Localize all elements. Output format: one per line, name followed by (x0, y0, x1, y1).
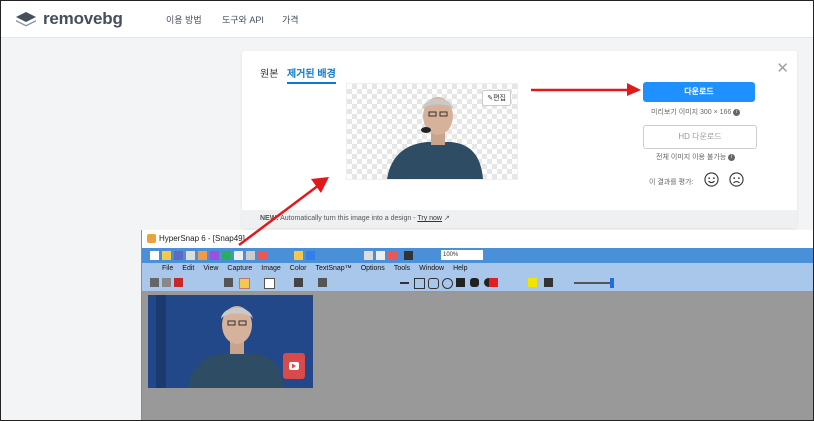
menu-image[interactable]: Image (261, 265, 280, 272)
red-arrow-to-download (531, 83, 641, 96)
rate-label: 이 결과를 평가: (649, 179, 694, 186)
open-folder-icon[interactable] (162, 251, 171, 260)
hd-availability-text: 전체 이미지 이용 불가능 (656, 154, 727, 161)
hypersnap-app-icon (147, 234, 156, 244)
result-preview-image: ✎편집 (346, 83, 518, 180)
frowning-face-icon[interactable] (729, 172, 744, 187)
info-icon[interactable]: i (728, 153, 736, 161)
menu-help[interactable]: Help (453, 265, 467, 272)
menu-options[interactable]: Options (361, 265, 385, 272)
crop-icon[interactable] (376, 251, 385, 260)
filled-rect-tool-icon[interactable] (456, 278, 465, 287)
edit-button[interactable]: ✎편집 (482, 90, 511, 106)
copy-icon[interactable] (234, 251, 243, 260)
help-icon[interactable] (404, 251, 413, 260)
ellipse-tool-icon[interactable] (442, 278, 453, 289)
preview-size-note: 미리보기 이미지 300 × 166 i (651, 107, 741, 117)
opacity-slider[interactable] (574, 282, 612, 284)
rectangle-tool-icon[interactable] (414, 278, 425, 289)
hypersnap-drawing-toolbar (142, 275, 813, 292)
try-now-link[interactable]: Try now (417, 215, 442, 222)
hypersnap-window: HyperSnap 6 - [Snap49] 100% File Edit View… (141, 230, 813, 420)
delete-icon[interactable] (258, 251, 267, 260)
highlighter-icon[interactable] (528, 278, 537, 287)
copy-icon[interactable] (162, 278, 171, 287)
nav-tools-api[interactable]: 도구와 API (222, 13, 264, 26)
zoom-icon[interactable] (224, 278, 233, 287)
line-tool-icon[interactable] (400, 282, 409, 284)
color-red-swatch[interactable] (489, 278, 498, 287)
menu-capture[interactable]: Capture (227, 265, 252, 272)
paste-icon[interactable] (246, 251, 255, 260)
delete-icon[interactable] (174, 278, 183, 287)
menu-edit[interactable]: Edit (182, 265, 194, 272)
rectangle-select-icon[interactable] (264, 278, 275, 289)
select-tool-icon[interactable] (239, 278, 250, 289)
snapshot-person (148, 295, 313, 388)
removebg-logo[interactable]: removebg (15, 9, 123, 29)
pen-tool-icon[interactable] (318, 278, 327, 287)
capture-region-icon[interactable] (210, 251, 219, 260)
rotate-icon[interactable] (364, 251, 373, 260)
captured-snapshot-image (148, 295, 313, 388)
highlight-tool-icon[interactable] (294, 251, 303, 260)
text-tool-icon[interactable] (294, 278, 303, 287)
red-arrow-to-preview (238, 177, 329, 246)
menu-textsnap[interactable]: TextSnap™ (316, 265, 352, 272)
nav-how-to-use[interactable]: 이용 방법 (166, 13, 202, 26)
cut-icon[interactable] (150, 278, 159, 287)
edit-button-label: 편집 (493, 95, 506, 102)
hypersnap-menu-bar: File Edit View Capture Image Color TextSnap™ Op… (142, 263, 813, 275)
top-navigation-bar: removebg 이용 방법 도구와 API 가격 (1, 1, 813, 38)
opacity-slider-handle[interactable] (610, 278, 614, 288)
menu-file[interactable]: File (162, 265, 173, 272)
preview-size-text: 미리보기 이미지 300 × 166 (651, 109, 732, 116)
logo-text: removebg (43, 9, 123, 28)
stamp-icon[interactable] (388, 251, 397, 260)
smiley-face-icon[interactable] (704, 172, 719, 187)
tab-original[interactable]: 원본 (260, 65, 278, 80)
external-link-icon: ↗ (443, 215, 450, 222)
menu-window[interactable]: Window (419, 265, 444, 272)
tab-removed-background[interactable]: 제거된 배경 (287, 65, 336, 84)
info-icon[interactable]: i (733, 108, 741, 116)
hypersnap-canvas (142, 292, 813, 420)
download-button[interactable]: 다운로드 (643, 82, 755, 102)
rounded-rect-tool-icon[interactable] (428, 278, 439, 289)
zoom-level-field[interactable]: 100% (441, 250, 483, 260)
logo-icon (16, 12, 36, 27)
close-icon[interactable]: ✕ (776, 59, 789, 77)
hypersnap-title: HyperSnap 6 - [Snap49] (159, 234, 245, 243)
filled-rounded-rect-tool-icon[interactable] (470, 278, 479, 287)
stamp-tool-icon[interactable] (544, 278, 553, 287)
save-icon[interactable] (174, 251, 183, 260)
new-file-icon[interactable] (150, 251, 159, 260)
nav-pricing[interactable]: 가격 (282, 13, 299, 26)
menu-view[interactable]: View (203, 265, 218, 272)
menu-tools[interactable]: Tools (394, 265, 410, 272)
print-icon[interactable] (186, 251, 195, 260)
hd-availability-note: 전체 이미지 이용 불가능 i (656, 152, 736, 162)
zoom-tool-icon[interactable] (306, 251, 315, 260)
hd-download-button[interactable]: HD 다운로드 (643, 125, 757, 149)
capture-icon[interactable] (198, 251, 207, 260)
capture-window-icon[interactable] (222, 251, 231, 260)
menu-color[interactable]: Color (290, 265, 307, 272)
screen: removebg 이용 방법 도구와 API 가격 원본 제거된 배경 ✕ ✎편… (0, 0, 814, 421)
